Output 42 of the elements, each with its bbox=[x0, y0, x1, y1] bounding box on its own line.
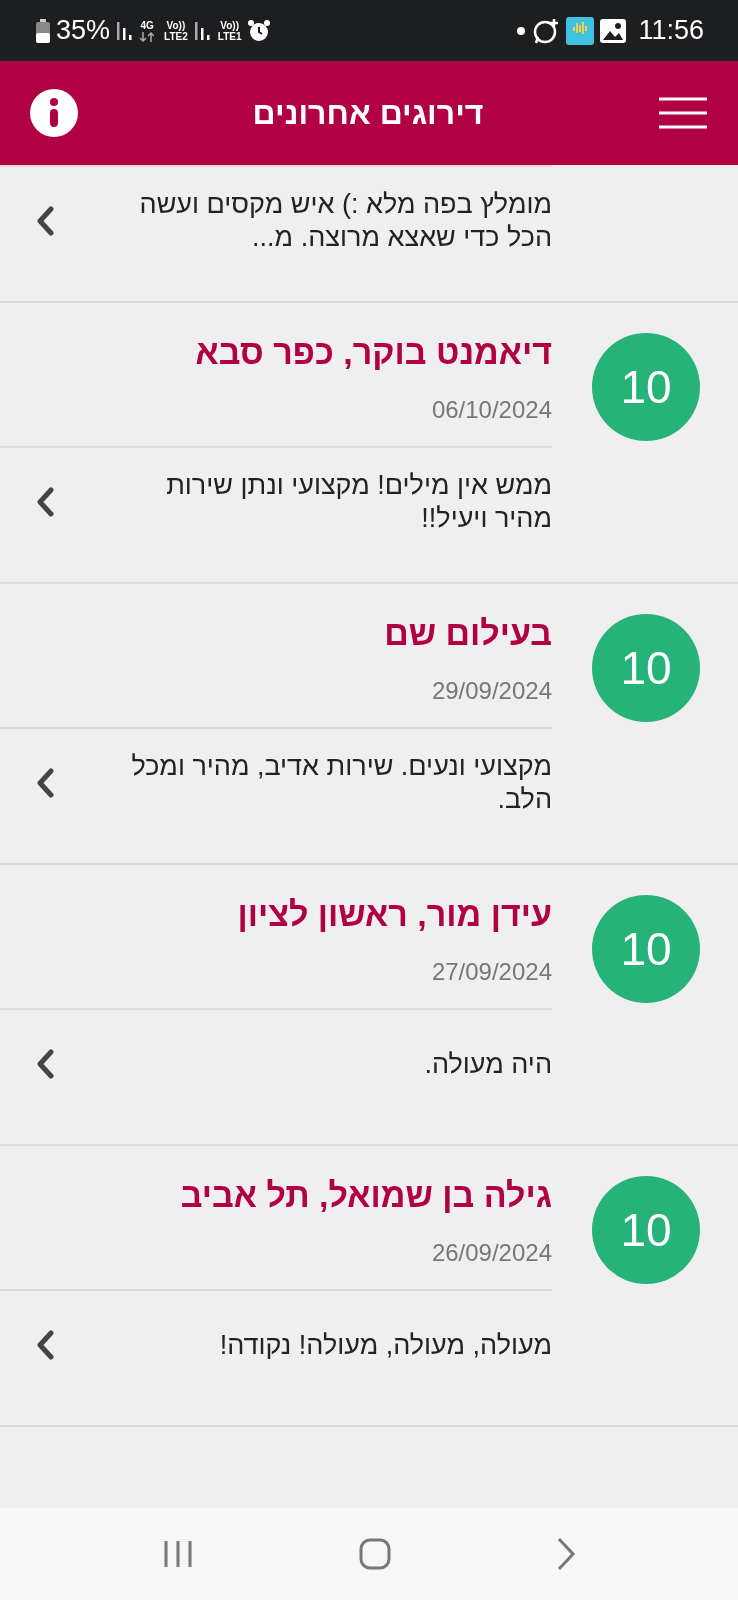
home-icon[interactable] bbox=[359, 1538, 391, 1570]
reviewer-name: עידן מור, ראשון לציון bbox=[236, 895, 552, 934]
review-comment: מומלץ בפה מלא :) איש מקסים ועשה הכל כדי שאצא מרוצה. מ... bbox=[138, 188, 552, 254]
review-comment: מעולה, מעולה, מעולה! נקודה! bbox=[218, 1328, 552, 1362]
app-icon bbox=[566, 16, 595, 45]
alarm-icon bbox=[247, 18, 272, 43]
back-icon[interactable] bbox=[555, 1537, 576, 1571]
score-badge: 10 bbox=[592, 1176, 700, 1284]
menu-icon[interactable] bbox=[658, 97, 708, 129]
chat-bubble-icon bbox=[532, 16, 561, 45]
review-date: 26/09/2024 bbox=[430, 1239, 552, 1267]
score-badge: 10 bbox=[592, 895, 700, 1003]
recents-icon[interactable] bbox=[162, 1539, 195, 1569]
dot-icon bbox=[516, 25, 527, 36]
review-date: 27/09/2024 bbox=[430, 958, 552, 986]
score-badge: 10 bbox=[592, 333, 700, 441]
reviewer-name: גילה בן שמואל, תל אביב bbox=[179, 1176, 552, 1215]
battery-level: 35% bbox=[56, 15, 111, 46]
review-date: 06/10/2024 bbox=[430, 396, 552, 424]
reviewer-name: דיאמנט בוקר, כפר סבא bbox=[194, 333, 552, 372]
review-comment: מקצועי ונעים. שירות אדיב, מהיר ומכל הלב. bbox=[130, 750, 552, 816]
signal-icon bbox=[193, 19, 212, 42]
network-label: 4G bbox=[140, 19, 154, 31]
image-icon bbox=[600, 18, 627, 43]
review-comment: ממש אין מילים! מקצועי ונתן שירות מהיר ויעיל!! bbox=[165, 469, 552, 535]
score-badge: 10 bbox=[592, 614, 700, 722]
battery-icon bbox=[36, 18, 50, 43]
chevron-icon[interactable] bbox=[36, 206, 54, 236]
chevron-icon[interactable] bbox=[36, 768, 54, 798]
chevron-icon[interactable] bbox=[36, 1049, 54, 1079]
data-arrows-icon bbox=[140, 31, 155, 42]
network-label: Vo)) LTE1 bbox=[217, 19, 242, 42]
clock: 11:56 bbox=[638, 15, 704, 46]
reviewer-name: בעילום שם bbox=[383, 614, 552, 653]
review-comment: היה מעולה. bbox=[423, 1047, 552, 1081]
info-icon[interactable] bbox=[30, 89, 78, 137]
page-title: דירוגים אחרונים bbox=[252, 94, 484, 132]
review-date: 29/09/2024 bbox=[430, 677, 552, 705]
network-label: Vo)) LTE2 bbox=[164, 19, 188, 42]
chevron-icon[interactable] bbox=[36, 487, 54, 517]
signal-icon bbox=[116, 19, 135, 42]
chevron-icon[interactable] bbox=[36, 1330, 54, 1360]
